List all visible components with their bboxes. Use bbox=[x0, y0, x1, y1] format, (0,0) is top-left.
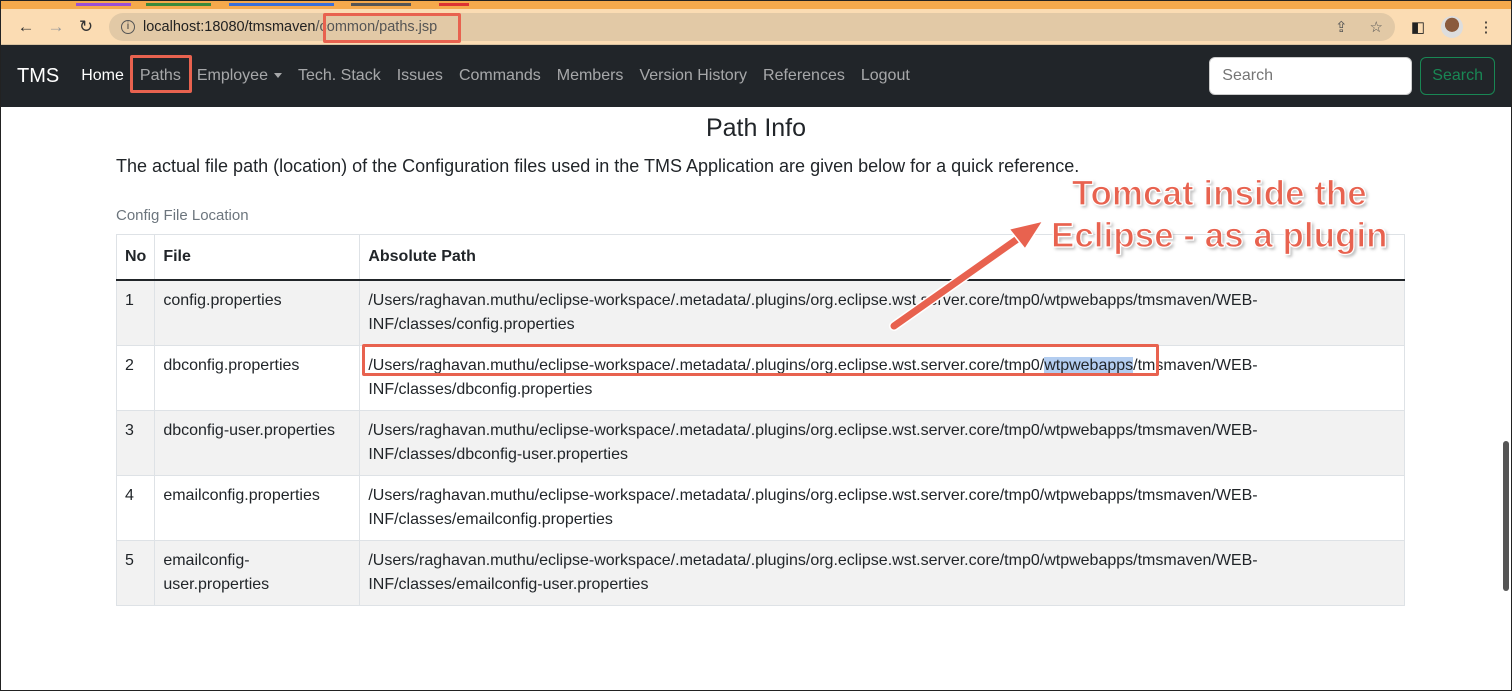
callout-line: Eclipse - as a plugin bbox=[1050, 215, 1388, 255]
annotation-callout: Tomcat inside the Eclipse - as a plugin bbox=[1050, 173, 1388, 257]
annotation-arrow bbox=[889, 219, 1045, 331]
scrollbar[interactable] bbox=[1503, 441, 1509, 591]
callout-line: Tomcat inside the bbox=[1071, 173, 1367, 213]
